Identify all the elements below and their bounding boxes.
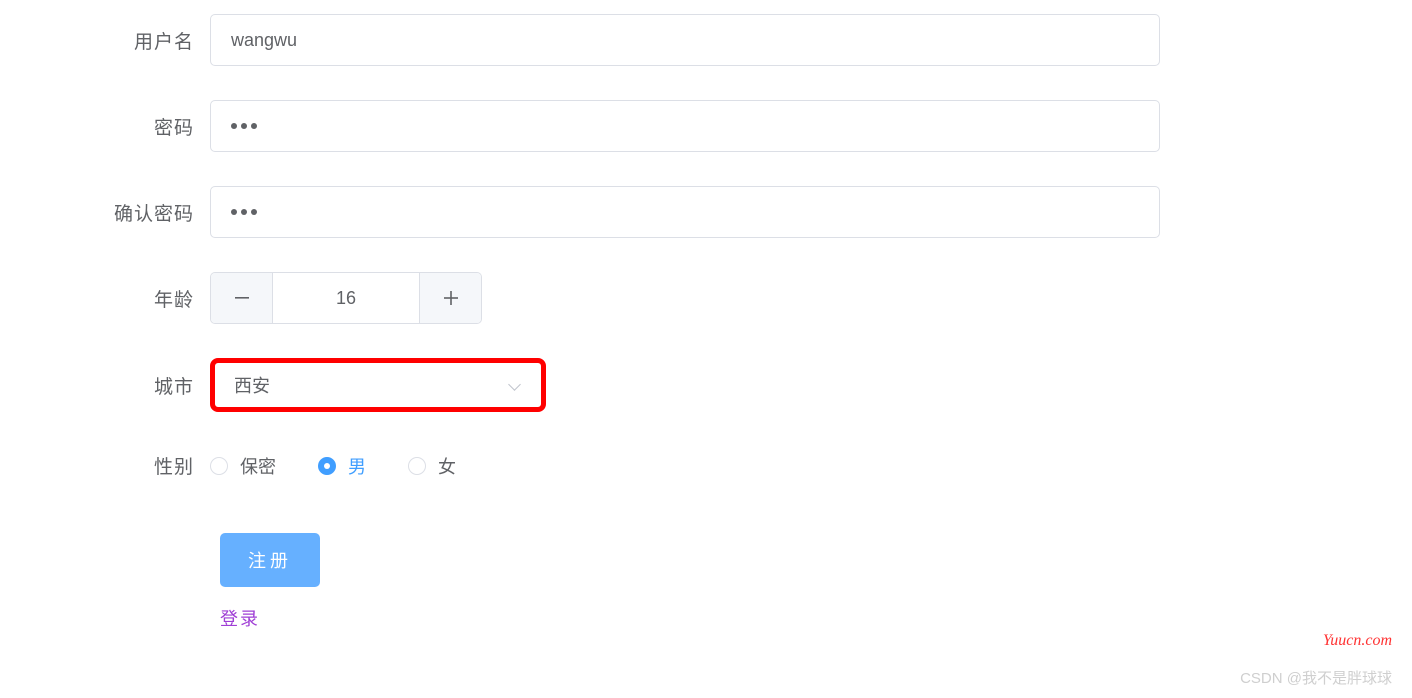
label-username: 用户名 [95,27,210,54]
label-password: 密码 [95,113,210,140]
gender-option-female[interactable]: 女 [408,453,456,479]
stepper-plus-button[interactable] [419,273,481,323]
radio-label: 男 [348,453,366,479]
chevron-down-icon [508,378,522,392]
password-dot [231,209,237,215]
row-gender: 性别 保密 男 女 [95,452,1412,479]
row-password: 密码 [95,100,1412,152]
city-value: 西安 [234,372,270,398]
label-gender: 性别 [95,452,210,479]
watermark-csdn: CSDN @我不是胖球球 [1240,667,1392,688]
row-city: 城市 西安 [95,358,1412,412]
password-dot [241,209,247,215]
row-username: 用户名 [95,14,1412,66]
gender-radio-group: 保密 男 女 [210,453,456,479]
radio-icon [408,457,426,475]
age-value[interactable]: 16 [273,273,419,323]
register-button[interactable]: 注册 [220,533,320,587]
row-submit: 注册 [95,533,1412,587]
label-city: 城市 [95,372,210,399]
password-dot [241,123,247,129]
city-select[interactable]: 西安 [220,364,536,406]
form-container: 用户名 密码 确认密码 年龄 16 [0,0,1412,631]
minus-icon [235,297,249,299]
city-select-highlight: 西安 [210,358,546,412]
stepper-minus-button[interactable] [211,273,273,323]
gender-option-secret[interactable]: 保密 [210,453,276,479]
label-confirm-password: 确认密码 [95,199,210,226]
password-dot [231,123,237,129]
radio-icon-checked [318,457,336,475]
password-dot [251,209,257,215]
row-age: 年龄 16 [95,272,1412,324]
plus-icon [444,291,458,305]
radio-label: 女 [438,453,456,479]
label-age: 年龄 [95,285,210,312]
password-input[interactable] [210,100,1160,152]
username-input[interactable] [210,14,1160,66]
watermark-yuucn: Yuucn.com [1323,632,1392,650]
password-dot [251,123,257,129]
radio-icon [210,457,228,475]
login-link[interactable]: 登录 [95,605,1412,631]
row-confirm-password: 确认密码 [95,186,1412,238]
gender-option-male[interactable]: 男 [318,453,366,479]
radio-label: 保密 [240,453,276,479]
confirm-password-input[interactable] [210,186,1160,238]
age-stepper: 16 [210,272,482,324]
